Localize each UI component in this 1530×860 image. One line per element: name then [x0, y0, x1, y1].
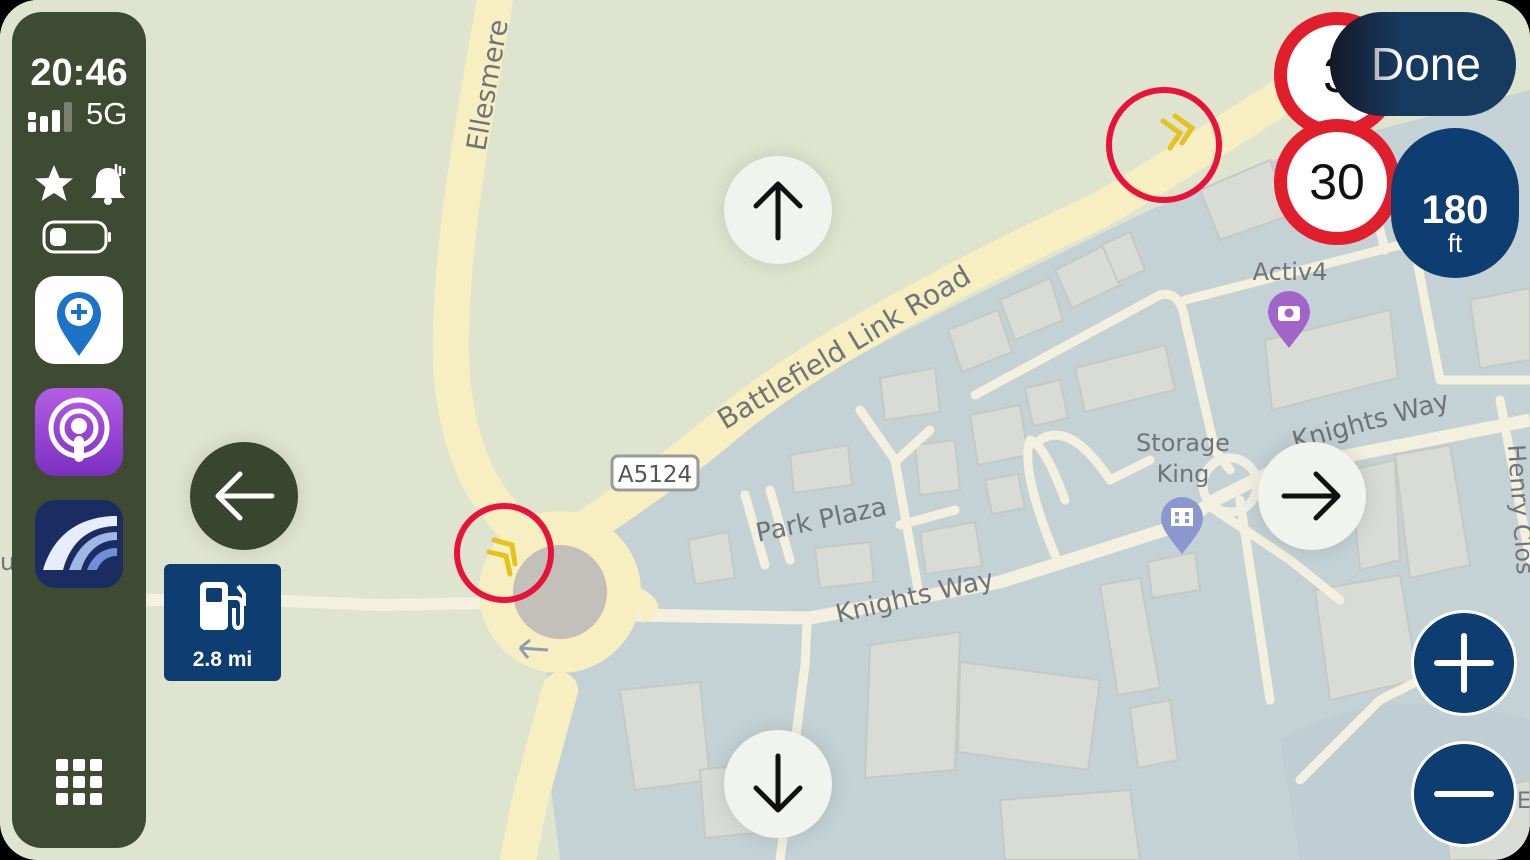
carplay-sidebar: 20:46 5G — [12, 12, 146, 848]
signal-icon — [28, 102, 72, 132]
pan-left-button[interactable] — [190, 442, 298, 550]
fuel-distance: 2.8 mi — [192, 648, 253, 671]
svg-text:King: King — [1157, 460, 1210, 488]
plus-icon — [1434, 633, 1494, 693]
pan-down-button[interactable] — [724, 730, 832, 838]
map-pin-plus-icon — [57, 292, 101, 356]
carplay-screen: Ellesmere Battlefield Link Road Park Pla… — [0, 0, 1530, 860]
bell-icon — [91, 164, 126, 205]
star-icon — [35, 165, 73, 201]
zoom-out-button[interactable] — [1411, 741, 1517, 847]
distance-value: 180 — [1421, 188, 1489, 232]
podcasts-icon — [48, 397, 110, 462]
arrow-up-icon — [753, 181, 803, 241]
minus-icon — [1434, 791, 1494, 797]
arrow-right-icon — [1281, 471, 1341, 521]
zoom-in-button[interactable] — [1411, 610, 1517, 716]
building-icon — [1171, 508, 1193, 526]
battery-icon — [42, 220, 111, 254]
pan-right-button[interactable] — [1258, 442, 1366, 550]
fuel-station-card[interactable]: 2.8 mi — [164, 564, 281, 681]
pan-up-button[interactable] — [724, 156, 832, 264]
edge-label-right: E — [1517, 789, 1530, 814]
navigation-app[interactable] — [35, 500, 123, 588]
distance-unit: ft — [1447, 228, 1463, 258]
map-pin-app[interactable] — [35, 276, 123, 364]
svg-text:A5124: A5124 — [618, 462, 692, 488]
network-type: 5G — [86, 96, 128, 131]
app-grid-icon[interactable] — [56, 759, 102, 805]
road-icon — [43, 516, 117, 570]
podcasts-app[interactable] — [35, 388, 123, 476]
arrow-left-icon — [215, 471, 275, 521]
status-clock: 20:46 — [30, 52, 128, 94]
speed-limit-sign: 30 — [1274, 119, 1400, 245]
fuel-pump-icon — [200, 582, 246, 631]
distance-badge: 180 ft — [1391, 128, 1519, 278]
road-shield-a5124: A5124 — [610, 454, 700, 492]
arrow-down-icon — [753, 753, 803, 813]
svg-text:Activ4: Activ4 — [1253, 258, 1328, 286]
svg-text:Storage: Storage — [1136, 429, 1230, 457]
